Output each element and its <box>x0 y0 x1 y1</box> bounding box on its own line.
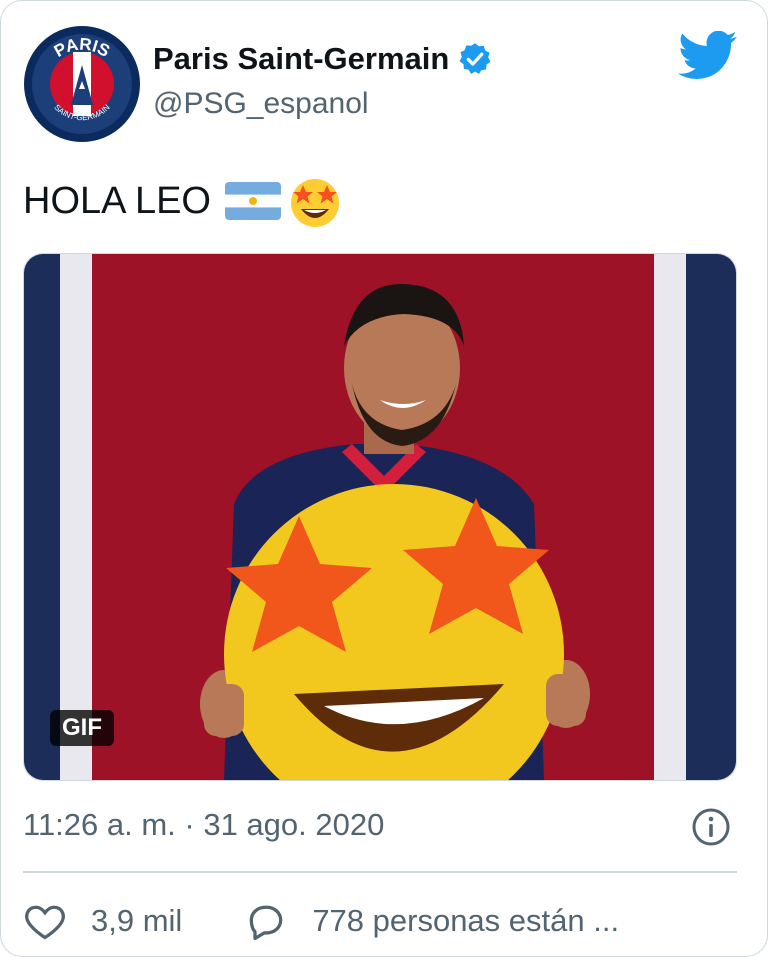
tweet-body: HOLA LEO <box>23 173 343 229</box>
info-icon[interactable] <box>691 807 731 847</box>
reply-bubble-icon[interactable] <box>244 899 288 943</box>
argentina-flag-icon <box>224 182 281 220</box>
twitter-bird-icon[interactable] <box>677 31 739 81</box>
author-handle[interactable]: @PSG_espanol <box>153 87 369 121</box>
tweet-timestamp[interactable]: 11:26 a. m. · 31 ago. 2020 <box>23 807 384 843</box>
verified-badge-icon <box>459 43 491 74</box>
author-display-name[interactable]: Paris Saint-Germain <box>153 41 449 77</box>
reply-text: 778 personas están ... <box>312 903 620 938</box>
gif-badge: GIF <box>50 710 114 746</box>
author-name-row[interactable]: Paris Saint-Germain <box>153 41 493 77</box>
like-count: 3,9 mil <box>91 903 183 938</box>
reply-action[interactable]: 778 personas están ... <box>244 899 619 943</box>
heart-icon[interactable] <box>23 899 67 943</box>
tweet-actions: 3,9 mil 778 personas están ... <box>23 899 619 943</box>
psg-avatar[interactable]: PARIS SAINT-GERMAIN <box>23 25 141 143</box>
like-action[interactable]: 3,9 mil <box>23 899 182 943</box>
tweet-card: PARIS SAINT-GERMAIN Paris Saint-Germain … <box>0 0 768 957</box>
divider <box>23 871 737 873</box>
gif-frame-illustration <box>24 254 736 780</box>
tweet-text: HOLA LEO <box>23 179 211 222</box>
star-struck-face-icon <box>290 179 339 227</box>
gif-media[interactable]: GIF <box>23 253 737 781</box>
